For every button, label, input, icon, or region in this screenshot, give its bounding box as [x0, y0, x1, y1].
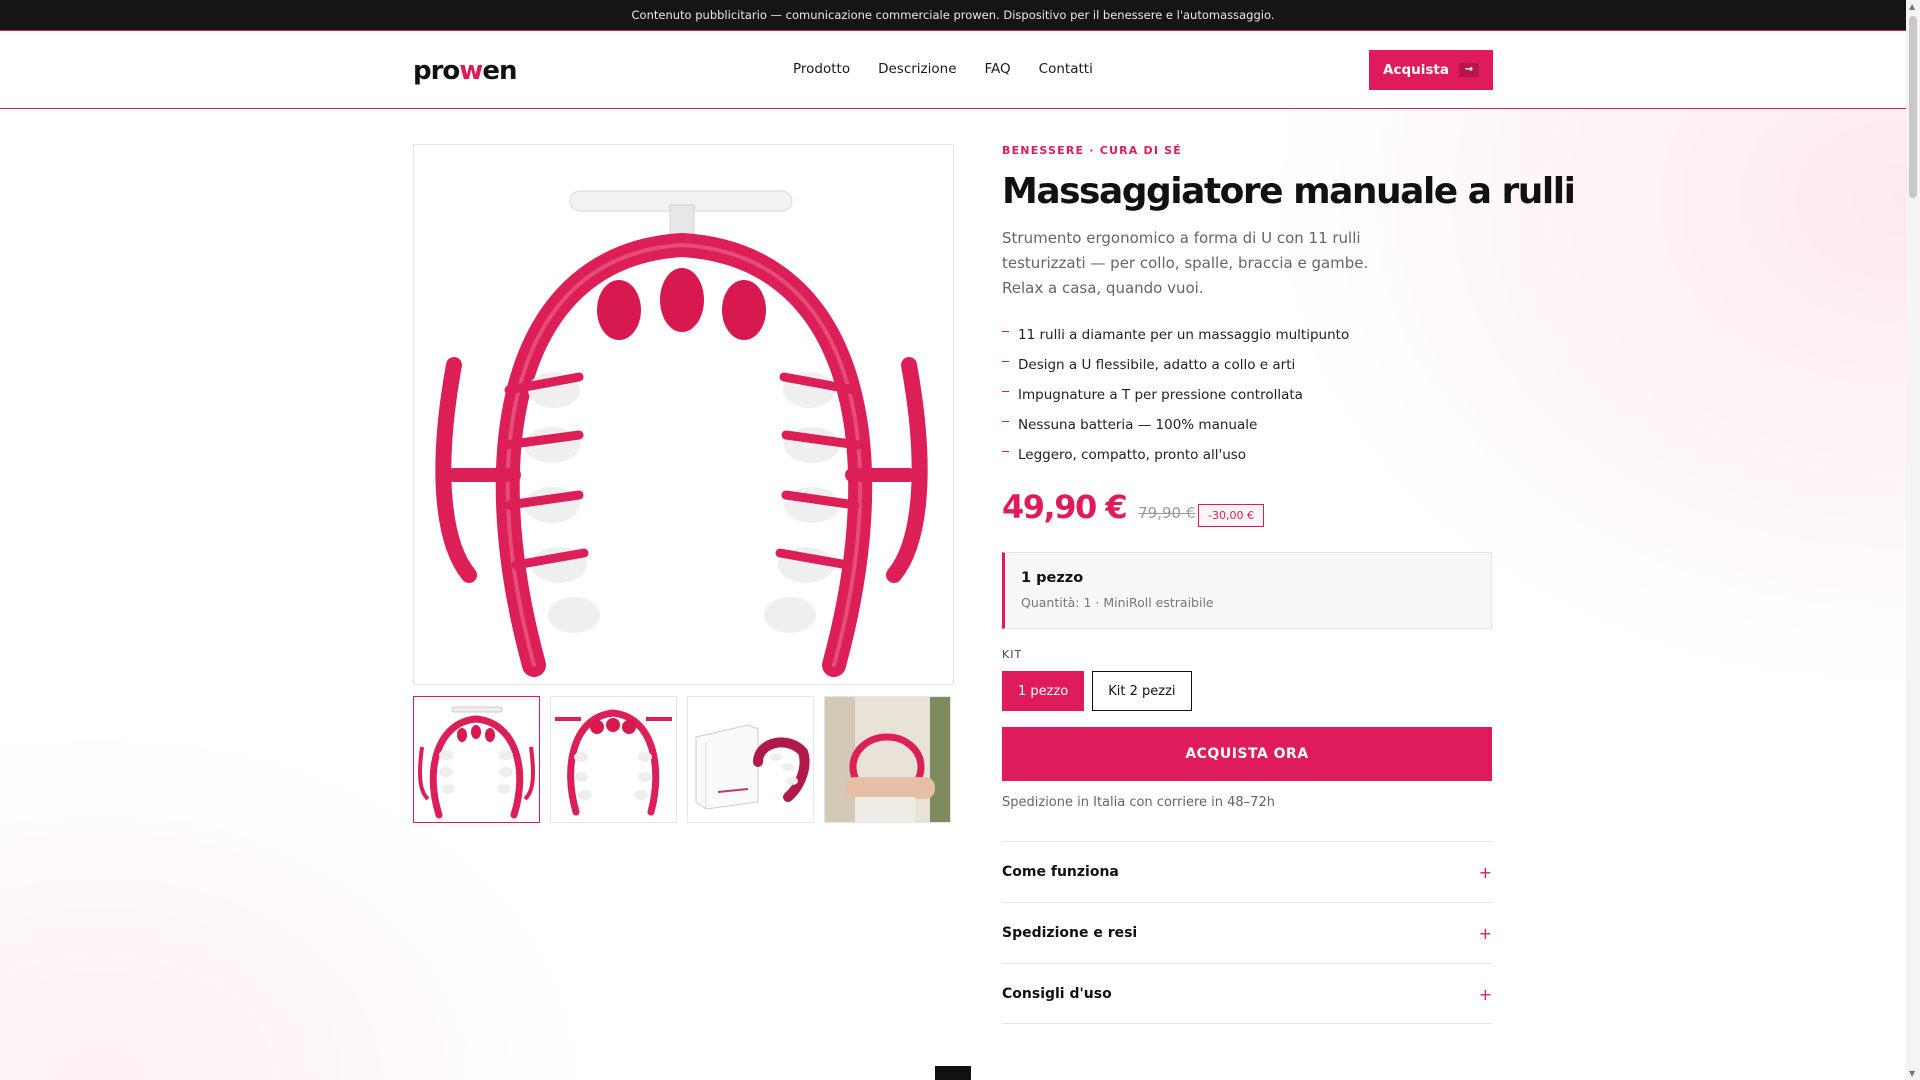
selected-variant-card: 1 pezzo Quantità: 1 · MiniRoll estraibil…: [1002, 552, 1492, 629]
feature-list: 11 rulli a diamante per un massaggio mul…: [1002, 320, 1492, 470]
nav-link-contatti[interactable]: Contatti: [1039, 61, 1093, 77]
dash-icon: [1002, 330, 1009, 332]
dash-icon: [1002, 420, 1009, 422]
buy-now-button[interactable]: ACQUISTA ORA: [1002, 727, 1492, 781]
feature-text: Design a U flessibile, adatto a collo e …: [1018, 357, 1296, 373]
product-title: Massaggiatore manuale a rulli: [1002, 171, 1576, 212]
advertising-notice-bar: Contenuto pubblicitario — comunicazione …: [0, 0, 1906, 31]
thumbnail-in-use[interactable]: [824, 696, 951, 823]
logo-part: en: [482, 56, 517, 86]
product-description: Strumento ergonomico a forma di U con 11…: [1002, 229, 1369, 297]
shipping-info: Spedizione in Italia con corriere in 48–…: [1002, 795, 1275, 810]
thumbnail-strip: [413, 696, 951, 823]
nav-link-prodotto[interactable]: Prodotto: [793, 61, 850, 77]
nav-link-faq[interactable]: FAQ: [985, 61, 1011, 77]
plus-icon: +: [1478, 862, 1492, 882]
logo-part: pro: [413, 56, 460, 86]
dash-icon: [1002, 360, 1009, 362]
in-use-thumbnail-image: [825, 697, 950, 822]
accordion-spedizione-resi[interactable]: Spedizione e resi +: [1002, 902, 1492, 963]
kit-options: 1 pezzo Kit 2 pezzi: [1002, 671, 1192, 711]
floating-widget[interactable]: [935, 1066, 971, 1080]
nav-link-descrizione[interactable]: Descrizione: [878, 61, 956, 77]
variant-subtitle: Quantità: 1 · MiniRoll estraibile: [1021, 595, 1214, 610]
product-details: BENESSERE · CURA DI SÉ Massaggiatore man…: [1002, 144, 1576, 1024]
thumbnail-front-view[interactable]: [413, 696, 540, 823]
accordion-divider: [1002, 1023, 1492, 1024]
arrow-right-icon: →: [1458, 63, 1479, 77]
plus-icon: +: [1478, 923, 1492, 943]
site-header: prowen Prodotto Descrizione FAQ Contatti…: [0, 31, 1906, 109]
accordion-title: Spedizione e resi: [1002, 925, 1138, 941]
feature-item: Design a U flessibile, adatto a collo e …: [1002, 350, 1492, 380]
logo-accent-letter: w: [459, 56, 483, 86]
kit-label: KIT: [1002, 648, 1023, 661]
old-price: 79,90 €: [1138, 504, 1196, 522]
massager-thumbnail-image: [418, 706, 535, 819]
scroll-down-icon[interactable]: ▼: [1909, 1069, 1915, 1078]
box-thumbnail-image: [695, 724, 810, 810]
dash-icon: [1002, 390, 1009, 392]
accordion-consigli-uso[interactable]: Consigli d'uso +: [1002, 963, 1492, 1024]
header-buy-label: Acquista: [1383, 62, 1449, 78]
plus-icon: +: [1478, 984, 1492, 1004]
dash-icon: [1002, 450, 1009, 452]
feature-text: Leggero, compatto, pronto all'uso: [1018, 447, 1247, 463]
accordion-come-funziona[interactable]: Come funziona +: [1002, 841, 1492, 902]
massager-thumbnail-image: [555, 709, 672, 816]
kit-option-1-pezzo[interactable]: 1 pezzo: [1002, 671, 1085, 711]
kit-option-2-pezzi[interactable]: Kit 2 pezzi: [1092, 671, 1192, 711]
feature-item: Leggero, compatto, pronto all'uso: [1002, 440, 1492, 470]
price-row: 49,90 € 79,90 €: [1002, 488, 1195, 526]
feature-item: Impugnature a T per pressione controllat…: [1002, 380, 1492, 410]
prowen-logo[interactable]: prowen: [413, 56, 517, 86]
main-nav: Prodotto Descrizione FAQ Contatti: [793, 61, 1093, 77]
thumbnail-box-view[interactable]: [687, 696, 814, 823]
page-background: [0, 0, 1920, 1080]
product-main-image[interactable]: [413, 144, 954, 685]
current-price: 49,90 €: [1002, 488, 1128, 526]
feature-text: Nessuna batteria — 100% manuale: [1018, 417, 1258, 433]
advertising-notice-text: Contenuto pubblicitario — comunicazione …: [631, 8, 1275, 22]
header-buy-button[interactable]: Acquista →: [1369, 50, 1493, 90]
scroll-up-icon[interactable]: ▲: [1909, 2, 1915, 11]
category-kicker: BENESSERE · CURA DI SÉ: [1002, 144, 1183, 157]
u-shaped-roller-massager-image: [435, 190, 928, 677]
feature-text: Impugnature a T per pressione controllat…: [1018, 387, 1303, 403]
feature-item: Nessuna batteria — 100% manuale: [1002, 410, 1492, 440]
discount-badge: -30,00 €: [1198, 504, 1264, 527]
accordion-title: Come funziona: [1002, 864, 1119, 880]
page-scrollbar[interactable]: ▲ ▼: [1906, 0, 1920, 1080]
variant-title: 1 pezzo: [1021, 570, 1084, 586]
thumbnail-top-view[interactable]: [550, 696, 677, 823]
scrollbar-thumb[interactable]: [1909, 16, 1917, 198]
accordion-title: Consigli d'uso: [1002, 986, 1112, 1002]
feature-text: 11 rulli a diamante per un massaggio mul…: [1018, 327, 1350, 343]
feature-item: 11 rulli a diamante per un massaggio mul…: [1002, 320, 1492, 350]
